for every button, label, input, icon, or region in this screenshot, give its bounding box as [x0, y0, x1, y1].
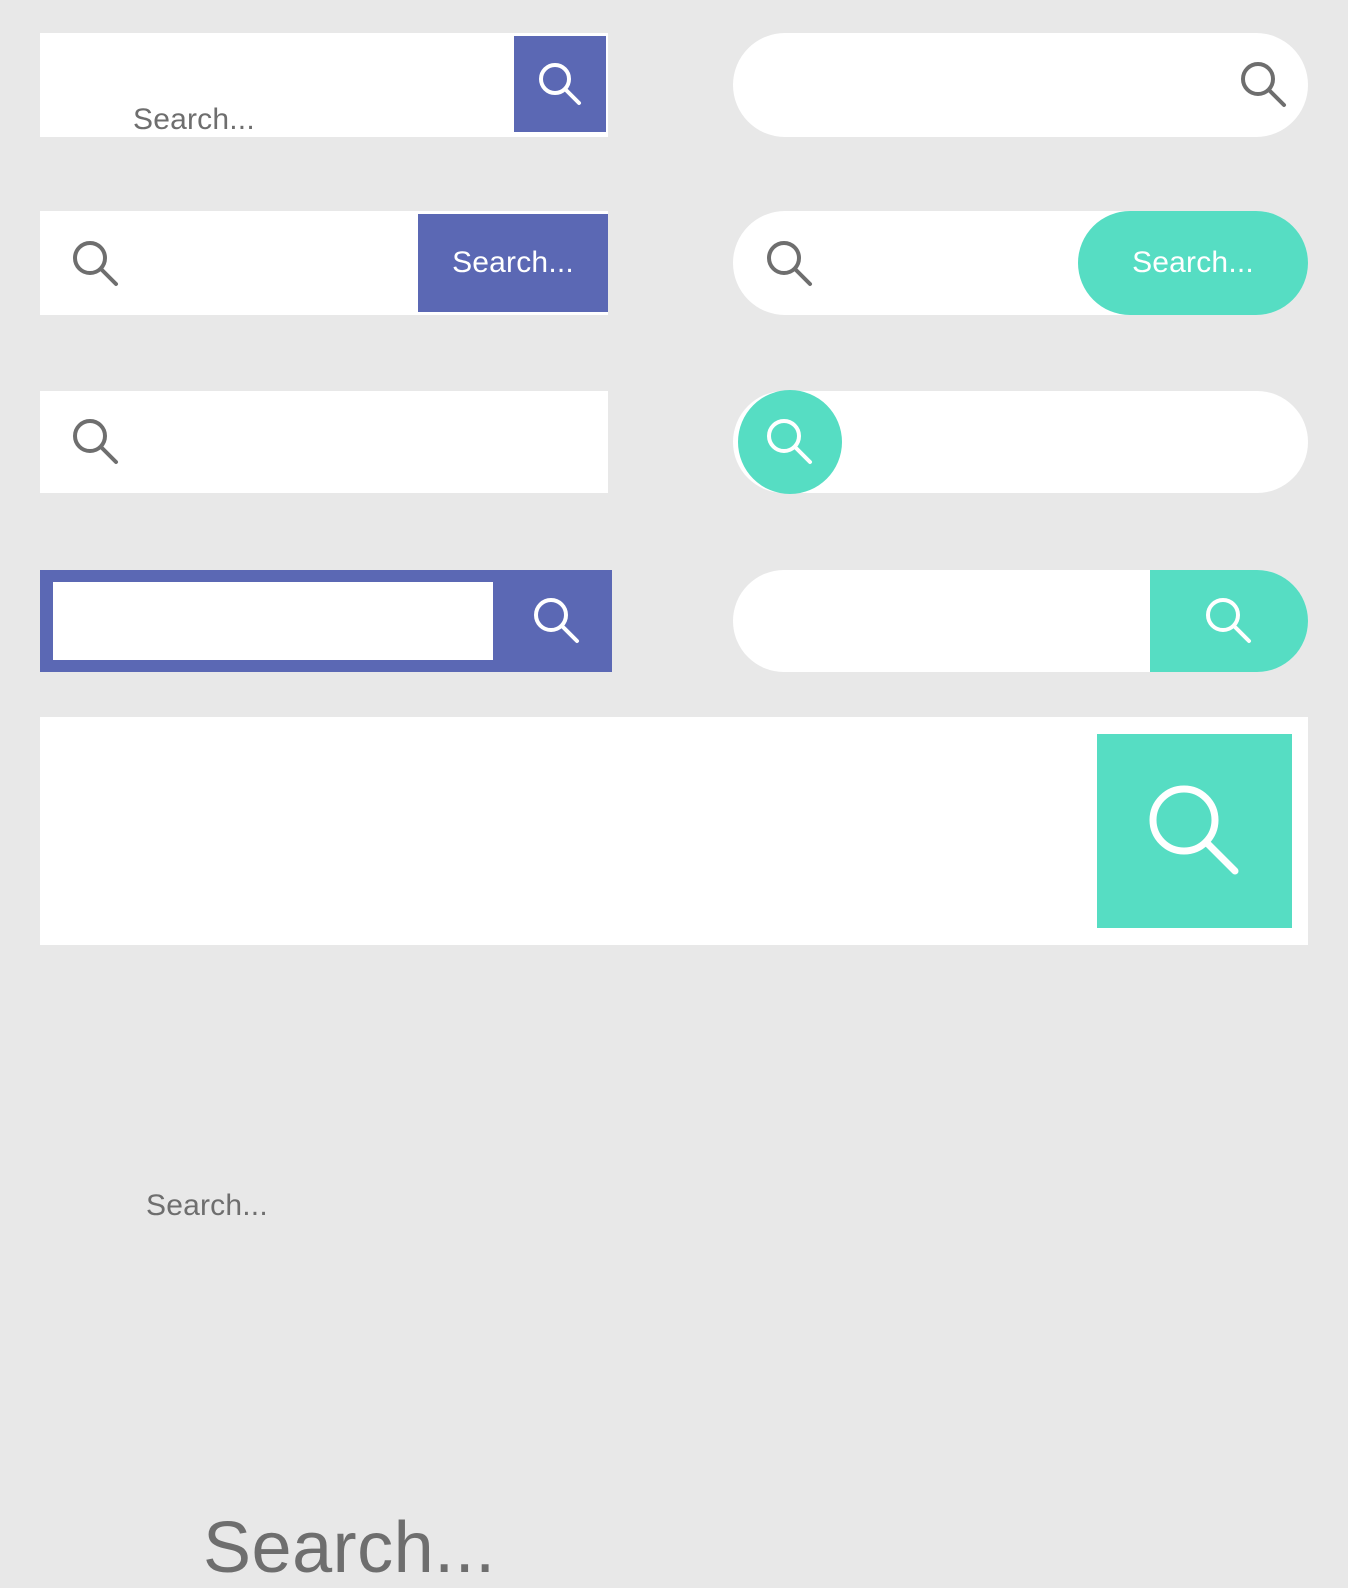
- search-input-field[interactable]: Search...: [53, 582, 493, 1221]
- search-icon: [1200, 592, 1258, 650]
- search-submit-button[interactable]: [738, 390, 842, 494]
- search-submit-button[interactable]: Search...: [1078, 211, 1308, 315]
- search-bar-row1-right[interactable]: Search...: [733, 33, 1308, 137]
- search-icon: [534, 58, 586, 110]
- search-submit-button[interactable]: [1097, 734, 1292, 928]
- search-bar-row3-left[interactable]: Search...: [40, 391, 617, 849]
- search-button-label: Search...: [1132, 246, 1254, 279]
- search-submit-button[interactable]: [1150, 570, 1308, 672]
- search-submit-button[interactable]: Search...: [418, 214, 608, 312]
- search-input-placeholder: Search...: [146, 1189, 268, 1222]
- search-icon: [762, 414, 818, 470]
- search-input-placeholder: Search...: [203, 1508, 496, 1588]
- search-icon: [1139, 775, 1251, 887]
- search-input-placeholder: Search...: [133, 103, 255, 136]
- search-button-label: Search...: [452, 246, 574, 279]
- search-submit-button[interactable]: [514, 36, 606, 132]
- search-bar-kit-canvas: Search... Search... Search... Search... …: [0, 0, 1348, 1584]
